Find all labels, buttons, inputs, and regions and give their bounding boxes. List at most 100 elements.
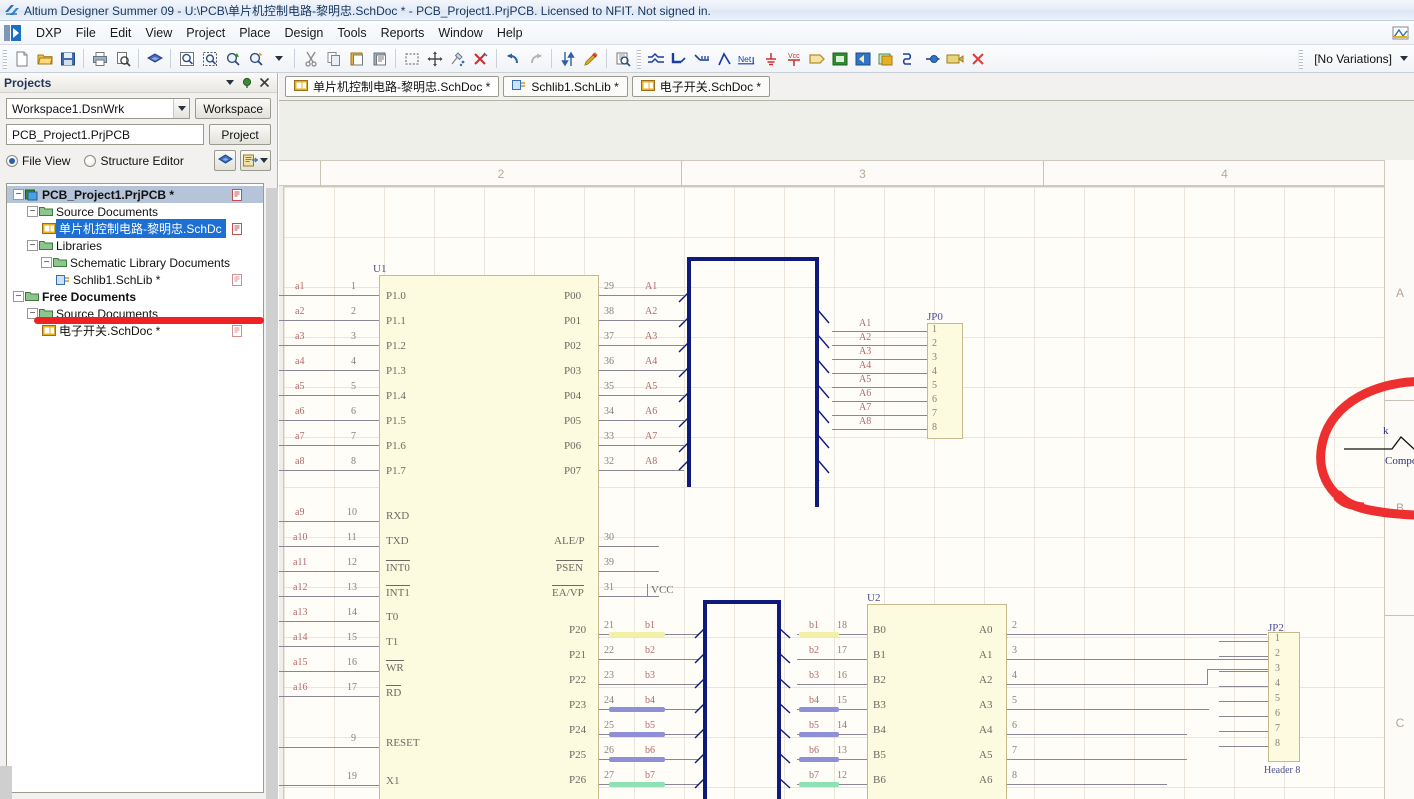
open-folder-icon[interactable]: [33, 47, 56, 70]
new-document-icon[interactable]: [10, 47, 33, 70]
tab-dianzikaiguan-schdoc[interactable]: 电子开关.SchDoc *: [631, 76, 771, 97]
menu-item-window[interactable]: Window: [431, 23, 489, 43]
project-button[interactable]: Project: [209, 124, 271, 145]
chevron-down-icon[interactable]: [173, 99, 190, 118]
place-bus-icon[interactable]: [667, 47, 690, 70]
menu-item-dxp[interactable]: DXP: [29, 23, 69, 43]
toolbar-grip[interactable]: [2, 48, 7, 69]
chevron-down-icon[interactable]: [1400, 56, 1408, 61]
place-device-sheet-icon[interactable]: [874, 47, 897, 70]
expander-icon[interactable]: −: [27, 206, 38, 217]
panel-left-scroll-gutter[interactable]: [0, 766, 12, 799]
paste-special-icon[interactable]: [368, 47, 391, 70]
menu-bar-right-icon-group: [1389, 21, 1412, 44]
place-sheet-symbol-icon[interactable]: [828, 47, 851, 70]
pcb-preview-icon[interactable]: [1389, 21, 1412, 44]
net-label: b3: [645, 670, 655, 681]
paste-icon[interactable]: [345, 47, 368, 70]
place-bus-entry-icon[interactable]: [690, 47, 713, 70]
expander-icon[interactable]: −: [13, 291, 24, 302]
project-field[interactable]: PCB_Project1.PrjPCB: [6, 124, 204, 145]
expander-icon[interactable]: −: [27, 240, 38, 251]
tree-item-free-documents[interactable]: − Free Documents: [7, 288, 263, 305]
tree-item-schematic-library-documents[interactable]: − Schematic Library Documents: [7, 254, 263, 271]
menu-item-help[interactable]: Help: [490, 23, 530, 43]
zoom-area-icon[interactable]: [198, 47, 221, 70]
zoom-in-icon[interactable]: [221, 47, 244, 70]
net-label: b2: [809, 645, 819, 656]
deselect-icon[interactable]: [469, 47, 492, 70]
workspace-button[interactable]: Workspace: [195, 98, 271, 119]
board-insight-icon[interactable]: [143, 47, 166, 70]
dxp-logo-icon[interactable]: [3, 24, 25, 42]
chevron-down-icon[interactable]: [260, 158, 268, 163]
print-icon[interactable]: [88, 47, 111, 70]
zoom-document-icon[interactable]: [175, 47, 198, 70]
jp2-body[interactable]: [1268, 632, 1300, 762]
place-sheet-entry-icon[interactable]: [851, 47, 874, 70]
close-icon[interactable]: [258, 77, 270, 89]
chevron-down-icon[interactable]: [267, 47, 290, 70]
menu-item-edit[interactable]: Edit: [103, 23, 139, 43]
pin-name: A4: [979, 724, 993, 736]
menu-item-tools[interactable]: Tools: [330, 23, 373, 43]
zoom-out-icon[interactable]: [244, 47, 267, 70]
place-wire-icon[interactable]: [644, 47, 667, 70]
redo-icon[interactable]: [524, 47, 547, 70]
save-icon[interactable]: [56, 47, 79, 70]
copy-icon[interactable]: [322, 47, 345, 70]
panel-options-split-button[interactable]: [240, 150, 271, 171]
place-port-icon[interactable]: [805, 47, 828, 70]
import-export-icon[interactable]: [556, 47, 579, 70]
menu-item-project[interactable]: Project: [179, 23, 232, 43]
board-insight-panel-icon[interactable]: [214, 150, 236, 171]
tree-item-schlib1[interactable]: Schlib1.SchLib *: [7, 271, 263, 288]
place-harness-icon[interactable]: [897, 47, 920, 70]
place-no-erc-icon[interactable]: [943, 47, 966, 70]
expander-icon[interactable]: −: [13, 189, 24, 200]
menu-item-view[interactable]: View: [138, 23, 179, 43]
annotate-icon[interactable]: [579, 47, 602, 70]
menu-item-place[interactable]: Place: [232, 23, 277, 43]
place-gnd-icon[interactable]: [759, 47, 782, 70]
bus-segment-horizontal[interactable]: [703, 600, 781, 604]
tab-danpianji-schdoc[interactable]: 单片机控制电路-黎明忠.SchDoc *: [285, 76, 500, 97]
delete-icon[interactable]: [966, 47, 989, 70]
file-view-radio[interactable]: [6, 154, 18, 167]
schematic-canvas[interactable]: 2 3 4 A B C U1 1 a1 P1.0 2 a2 P1.1 3 a3 …: [279, 101, 1414, 799]
pin-wire: [1007, 659, 1279, 660]
tree-item-dianzikaiguan[interactable]: 电子开关.SchDoc *: [7, 322, 263, 339]
clear-selection-icon[interactable]: [446, 47, 469, 70]
print-preview-icon[interactable]: [111, 47, 134, 70]
panel-vertical-scrollbar[interactable]: [266, 188, 278, 799]
move-icon[interactable]: [423, 47, 446, 70]
pin-wire: [279, 596, 379, 597]
tree-item-libraries[interactable]: − Libraries: [7, 237, 263, 254]
pin-icon[interactable]: [241, 77, 253, 89]
browse-library-icon[interactable]: [611, 47, 634, 70]
pin-number: 8: [932, 422, 937, 433]
place-signal-harness-icon[interactable]: [920, 47, 943, 70]
select-area-icon[interactable]: [400, 47, 423, 70]
toolbar-grip-wiring[interactable]: [636, 48, 641, 69]
expander-icon[interactable]: −: [41, 257, 52, 268]
project-tree[interactable]: − PCB_Project1.PrjPCB * − Source Documen…: [6, 183, 264, 793]
variations-control[interactable]: [No Variations]: [1296, 48, 1408, 69]
menu-item-file[interactable]: File: [69, 23, 103, 43]
tree-item-pcb-project1[interactable]: − PCB_Project1.PrjPCB *: [7, 186, 263, 203]
chevron-down-icon[interactable]: [224, 77, 236, 89]
place-line-icon[interactable]: [713, 47, 736, 70]
undo-icon[interactable]: [501, 47, 524, 70]
tab-schlib1[interactable]: Schlib1.SchLib *: [503, 76, 628, 97]
cut-icon[interactable]: [299, 47, 322, 70]
place-vcc-icon[interactable]: Vcc: [782, 47, 805, 70]
bus-segment-horizontal[interactable]: [687, 257, 819, 261]
menu-item-design[interactable]: Design: [277, 23, 330, 43]
variations-grip[interactable]: [1298, 48, 1304, 69]
workspace-combo[interactable]: Workspace1.DsnWrk: [6, 98, 191, 119]
tree-item-schdoc-selected[interactable]: 单片机控制电路-黎明忠.SchDc: [7, 219, 263, 238]
structure-editor-radio[interactable]: [84, 154, 97, 167]
place-net-label-icon[interactable]: Net: [736, 47, 759, 70]
tree-item-source-documents[interactable]: − Source Documents: [7, 203, 263, 220]
menu-item-reports[interactable]: Reports: [374, 23, 432, 43]
